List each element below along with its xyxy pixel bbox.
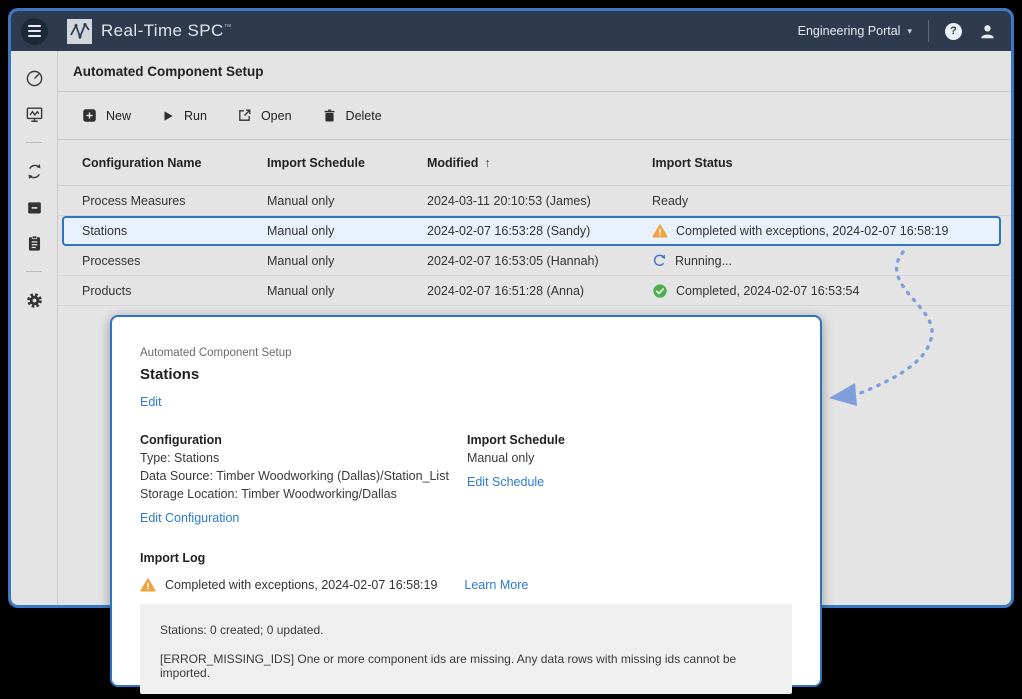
import-log-status: Completed with exceptions, 2024-02-07 16… (140, 577, 792, 593)
success-check-icon (652, 283, 668, 299)
config-name: Process Measures (82, 194, 267, 208)
delete-button[interactable]: Delete (322, 108, 382, 123)
topbar-divider (928, 20, 929, 42)
column-header-import-status[interactable]: Import Status (652, 156, 1011, 170)
configuration-storage-location: Storage Location: Timber Woodworking/Dal… (140, 487, 467, 501)
delete-trash-icon (322, 108, 337, 123)
open-button[interactable]: Open (237, 108, 292, 123)
open-icon (237, 108, 252, 123)
page-header: Automated Component Setup (58, 51, 1011, 92)
topbar: Real-Time SPC™ Engineering Portal ▾ ? (11, 11, 1011, 51)
running-refresh-icon (652, 253, 667, 268)
chevron-down-icon: ▾ (907, 26, 912, 37)
modified: 2024-02-07 16:53:28 (Sandy) (427, 224, 652, 238)
modified: 2024-02-07 16:51:28 (Anna) (427, 284, 652, 298)
config-name: Processes (82, 254, 267, 268)
new-icon (82, 108, 97, 123)
log-line: Stations: 0 created; 0 updated. (160, 623, 772, 637)
table-row[interactable]: Products Manual only 2024-02-07 16:51:28… (58, 276, 1011, 306)
table-row-selected[interactable]: Stations Manual only 2024-02-07 16:53:28… (62, 216, 1001, 246)
import-schedule-section: Import Schedule Manual only Edit Schedul… (467, 433, 565, 527)
edit-link[interactable]: Edit (140, 395, 162, 409)
toolbar: New Run Open Delete (58, 92, 1011, 140)
learn-more-link[interactable]: Learn More (464, 578, 528, 592)
hamburger-menu-icon[interactable] (21, 18, 48, 45)
import-schedule: Manual only (267, 224, 427, 238)
clipboard-icon[interactable] (24, 233, 44, 253)
configuration-section: Configuration Type: Stations Data Source… (140, 433, 467, 527)
config-name: Products (82, 284, 267, 298)
app-logo-icon (66, 18, 93, 45)
import-log-heading: Import Log (140, 551, 792, 565)
portal-selector[interactable]: Engineering Portal ▾ (798, 24, 912, 38)
import-status: Running... (675, 254, 732, 268)
run-icon (161, 109, 175, 123)
dashboard-gauge-icon[interactable] (24, 68, 44, 88)
column-header-modified[interactable]: Modified↑ (427, 156, 652, 170)
import-schedule-value: Manual only (467, 451, 565, 465)
sidebar (11, 51, 58, 608)
warning-icon (140, 577, 156, 593)
modified: 2024-03-11 20:10:53 (James) (427, 194, 652, 208)
app-title: Real-Time SPC™ (101, 21, 232, 41)
table-row[interactable]: Processes Manual only 2024-02-07 16:53:0… (58, 246, 1011, 276)
portal-label: Engineering Portal (798, 24, 901, 38)
import-log-output: Stations: 0 created; 0 updated. [ERROR_M… (140, 604, 792, 694)
configuration-data-source: Data Source: Timber Woodworking (Dallas)… (140, 469, 467, 483)
user-account-icon[interactable] (978, 22, 997, 41)
import-schedule: Manual only (267, 284, 427, 298)
import-status: Ready (652, 194, 688, 208)
sidebar-divider (26, 142, 42, 143)
panel-eyebrow: Automated Component Setup (140, 347, 792, 359)
sort-ascending-icon: ↑ (484, 156, 490, 170)
help-icon[interactable]: ? (945, 23, 962, 40)
import-schedule-heading: Import Schedule (467, 433, 565, 447)
import-schedule: Manual only (267, 194, 427, 208)
sidebar-divider (26, 271, 42, 272)
configuration-type: Type: Stations (140, 451, 467, 465)
column-header-configuration-name[interactable]: Configuration Name (82, 156, 267, 170)
archive-box-icon[interactable] (24, 197, 44, 217)
log-line: [ERROR_MISSING_IDS] One or more componen… (160, 652, 772, 680)
column-header-import-schedule[interactable]: Import Schedule (267, 156, 427, 170)
sync-icon[interactable] (24, 161, 44, 181)
configuration-heading: Configuration (140, 433, 467, 447)
panel-title: Stations (140, 366, 792, 383)
config-name: Stations (82, 224, 267, 238)
import-status: Completed with exceptions, 2024-02-07 16… (676, 224, 948, 238)
modified: 2024-02-07 16:53:05 (Hannah) (427, 254, 652, 268)
run-button[interactable]: Run (161, 109, 207, 123)
import-log-status-text: Completed with exceptions, 2024-02-07 16… (165, 578, 437, 592)
import-schedule: Manual only (267, 254, 427, 268)
chart-monitor-icon[interactable] (24, 104, 44, 124)
import-status: Completed, 2024-02-07 16:53:54 (676, 284, 859, 298)
page-title: Automated Component Setup (73, 64, 264, 79)
table-header: Configuration Name Import Schedule Modif… (58, 140, 1011, 186)
new-button[interactable]: New (82, 108, 131, 123)
edit-schedule-link[interactable]: Edit Schedule (467, 475, 544, 489)
warning-icon (652, 223, 668, 239)
edit-configuration-link[interactable]: Edit Configuration (140, 511, 239, 525)
settings-gear-icon[interactable] (24, 290, 44, 310)
detail-panel: Automated Component Setup Stations Edit … (110, 315, 822, 687)
table-row[interactable]: Process Measures Manual only 2024-03-11 … (58, 186, 1011, 216)
